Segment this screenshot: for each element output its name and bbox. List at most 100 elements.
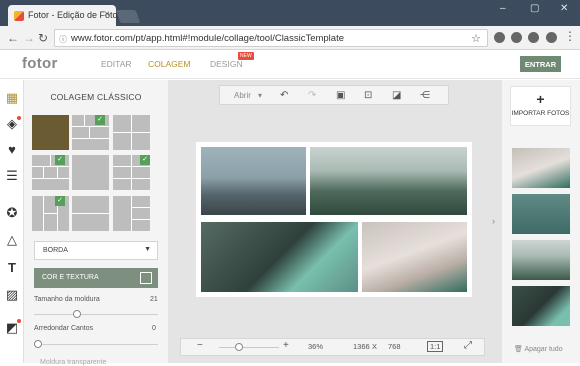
- collage-photo-scooter[interactable]: [201, 222, 358, 292]
- chevron-right-icon: ›: [492, 216, 495, 226]
- border-dropdown-label: BORDA: [43, 247, 68, 254]
- zoom-slider[interactable]: [219, 347, 279, 348]
- image-icon[interactable]: ▣: [336, 90, 345, 101]
- reload-icon[interactable]: ↻: [38, 31, 48, 45]
- back-icon[interactable]: ←: [7, 31, 19, 45]
- notification-dot: [17, 319, 21, 323]
- photo-thumb-scooter[interactable]: [512, 286, 570, 326]
- right-panel-toggle[interactable]: ›: [490, 80, 502, 363]
- check-icon: ✓: [95, 115, 105, 125]
- template-thumb[interactable]: [72, 196, 109, 231]
- dimension-separator: X: [372, 342, 378, 351]
- clear-all-button[interactable]: 🗑 Apagar tudo: [514, 345, 563, 353]
- badge-icon[interactable]: ✪: [4, 205, 20, 221]
- template-thumb[interactable]: ✓: [32, 196, 69, 231]
- page-info-icon[interactable]: ⓘ: [59, 34, 67, 45]
- import-photos-label: IMPORTAR FOTOS: [511, 110, 570, 117]
- photo-thumb-mug[interactable]: [512, 148, 570, 188]
- collage-photo-mug[interactable]: [362, 222, 467, 292]
- address-bar-row: ← → ↻ ⓘ www.fotor.com/pt/app.html#!modul…: [0, 26, 580, 50]
- text-icon[interactable]: T: [4, 260, 20, 276]
- plus-icon: +: [536, 91, 545, 107]
- caret-down-icon: ▼: [144, 246, 151, 253]
- fotor-logo[interactable]: fotor: [22, 55, 58, 72]
- border-dropdown[interactable]: BORDA ▼: [34, 241, 158, 260]
- notification-dot: [17, 116, 21, 120]
- import-photos-button[interactable]: + IMPORTAR FOTOS: [510, 86, 571, 126]
- close-window-button[interactable]: ✕: [560, 3, 568, 14]
- heart-icon[interactable]: ♥: [4, 142, 20, 158]
- actual-size-button[interactable]: 1:1: [427, 341, 444, 352]
- color-texture-label: COR E TEXTURA: [42, 274, 99, 281]
- round-corners-label: Arredondar Cantos: [34, 325, 94, 332]
- zoom-bar: − + 36% 1366 X 768 1:1 ⤢: [180, 338, 485, 356]
- check-icon: ✓: [140, 155, 150, 165]
- panel-title: COLAGEM CLÁSSICO: [50, 92, 142, 102]
- extension-icon[interactable]: [494, 32, 505, 43]
- login-button[interactable]: ENTRAR: [520, 56, 561, 72]
- template-icon[interactable]: ☰: [4, 168, 20, 184]
- photo-thumb-forest[interactable]: [512, 240, 570, 280]
- zoom-in-button[interactable]: +: [283, 340, 289, 351]
- shield-extension-icon[interactable]: [511, 32, 522, 43]
- shape-icon[interactable]: △: [4, 232, 20, 248]
- menu-design[interactable]: DESIGN: [210, 59, 243, 69]
- rocket-extension-icon[interactable]: [546, 32, 557, 43]
- template-thumb[interactable]: ✓: [113, 155, 150, 190]
- browser-tab[interactable]: Fotor - Edição de Fotos ×: [8, 5, 122, 26]
- template-thumb[interactable]: [113, 115, 150, 150]
- template-thumb[interactable]: ✓: [32, 155, 69, 190]
- menu-colagem[interactable]: COLAGEM: [148, 59, 191, 69]
- collage-photo-bridge[interactable]: [201, 147, 306, 215]
- new-tab-button[interactable]: [115, 10, 141, 23]
- zoom-handle[interactable]: [235, 343, 243, 351]
- round-corners-slider[interactable]: [34, 344, 158, 345]
- template-thumb[interactable]: ✓: [72, 115, 109, 150]
- color-texture-button[interactable]: COR E TEXTURA: [34, 268, 158, 288]
- collage-layout-icon[interactable]: ▦: [4, 90, 20, 106]
- new-badge: NEW: [238, 52, 254, 60]
- app-header: fotor EDITAR COLAGEM DESIGN NEW ENTRAR: [0, 50, 580, 79]
- open-menu[interactable]: Abrir: [234, 91, 251, 100]
- canvas-height: 768: [388, 342, 401, 351]
- left-toolbar: ▦ ◈ ♥ ☰ ✪ △ T ▨ ◩: [0, 80, 24, 363]
- collage-canvas[interactable]: [196, 142, 472, 297]
- template-thumb[interactable]: [113, 196, 150, 231]
- close-tab-icon[interactable]: ×: [104, 9, 110, 20]
- browser-menu-icon[interactable]: ⋮: [564, 29, 576, 43]
- template-thumb[interactable]: [32, 115, 69, 150]
- forward-icon[interactable]: →: [23, 31, 35, 45]
- round-corners-value: 0: [152, 325, 156, 332]
- crop-icon[interactable]: ⊡: [364, 90, 372, 101]
- open-caret-icon: ▾: [258, 91, 263, 100]
- flip-icon[interactable]: ◪: [392, 90, 401, 101]
- photo-thumb-birds[interactable]: [512, 194, 570, 234]
- minimize-button[interactable]: –: [500, 3, 506, 14]
- url-text: www.fotor.com/pt/app.html#!module/collag…: [71, 33, 344, 44]
- check-icon: ✓: [55, 155, 65, 165]
- frame-size-label: Tamanho da moldura: [34, 296, 100, 303]
- zoom-out-button[interactable]: −: [197, 340, 203, 351]
- frame-size-value: 21: [150, 296, 158, 303]
- url-field[interactable]: ⓘ www.fotor.com/pt/app.html#!module/coll…: [54, 29, 488, 47]
- canvas-width: 1366: [353, 342, 370, 351]
- zoom-percent: 36%: [308, 342, 324, 351]
- redo-icon[interactable]: ↷: [308, 90, 316, 101]
- share-icon[interactable]: ⋲: [420, 90, 430, 101]
- template-thumb[interactable]: [72, 155, 109, 190]
- check-icon: ✓: [55, 196, 65, 206]
- canvas-toolbar: Abrir ▾ ↶ ↷ ▣ ⊡ ◪ ⋲: [219, 85, 449, 105]
- frame-size-slider[interactable]: [34, 314, 158, 315]
- ghost-extension-icon[interactable]: [528, 32, 539, 43]
- browser-tab-bar: Fotor - Edição de Fotos × – ▢ ✕: [0, 0, 580, 26]
- menu-editar[interactable]: EDITAR: [101, 59, 132, 69]
- maximize-button[interactable]: ▢: [530, 3, 539, 14]
- bookmark-star-icon[interactable]: ☆: [471, 32, 481, 45]
- pattern-icon[interactable]: ▨: [4, 287, 20, 303]
- clear-all-label: Apagar tudo: [524, 346, 563, 353]
- collage-photo-forest[interactable]: [310, 147, 467, 215]
- undo-icon[interactable]: ↶: [280, 90, 288, 101]
- round-corners-handle[interactable]: [34, 340, 42, 348]
- fit-screen-icon[interactable]: ⤢: [464, 340, 472, 351]
- texture-icon: [140, 272, 152, 284]
